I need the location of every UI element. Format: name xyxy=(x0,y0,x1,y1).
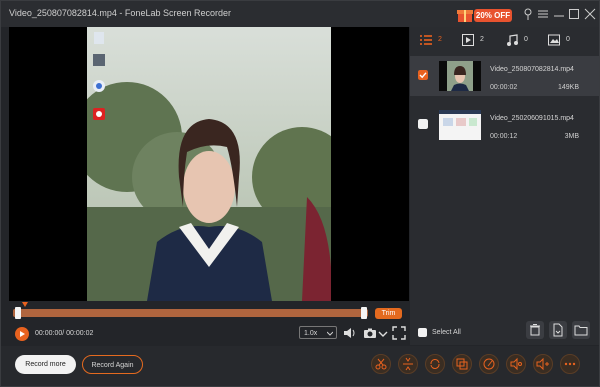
merge-tool-button[interactable] xyxy=(452,354,472,374)
video-thumbnail xyxy=(439,110,481,140)
export-button[interactable] xyxy=(549,321,567,339)
trim-timeline[interactable]: Trim xyxy=(9,302,409,319)
trash-icon xyxy=(530,324,540,336)
refresh-icon xyxy=(430,359,440,369)
key-icon[interactable] xyxy=(522,8,534,20)
file-size: 149KB xyxy=(557,84,579,91)
playback-time: 00:00:00/ 00:00:02 xyxy=(35,330,94,337)
tab-video[interactable]: 2 xyxy=(462,33,492,48)
delete-button[interactable] xyxy=(526,321,544,339)
file-name: Video_250807082814.mp4 xyxy=(490,66,574,73)
title-bar: Video_250807082814.mp4 - FoneLab Screen … xyxy=(1,1,599,27)
media-tabs: 2 2 0 0 xyxy=(410,27,599,54)
play-icon xyxy=(20,331,25,337)
list-item[interactable]: Video_250807082814.mp4 00:00:02 149KB xyxy=(410,56,599,96)
open-folder-button[interactable] xyxy=(572,321,590,339)
video-thumbnail xyxy=(439,61,481,91)
volume-plus-icon xyxy=(536,357,549,371)
file-export-icon xyxy=(553,323,563,337)
speed-value: 1.0x xyxy=(304,330,318,337)
playhead-icon[interactable] xyxy=(22,302,28,307)
compress-tool-button[interactable] xyxy=(398,354,418,374)
video-player[interactable] xyxy=(9,27,409,301)
file-duration: 00:00:02 xyxy=(490,84,518,91)
merge-icon xyxy=(456,358,468,370)
more-tools-button[interactable] xyxy=(560,354,580,374)
chevron-down-icon[interactable] xyxy=(376,326,390,340)
speed-select[interactable]: 1.0x xyxy=(299,326,337,339)
image-icon xyxy=(548,34,560,46)
audio-tool-button[interactable] xyxy=(506,354,526,374)
maximize-icon[interactable] xyxy=(568,8,580,20)
scissors-icon xyxy=(375,358,387,370)
window-title: Video_250807082814.mp4 - FoneLab Screen … xyxy=(9,8,231,18)
edit-metadata-button[interactable] xyxy=(479,354,499,374)
convert-tool-button[interactable] xyxy=(425,354,445,374)
file-size: 3MB xyxy=(564,133,579,140)
trim-end-handle[interactable] xyxy=(361,307,367,319)
record-more-button[interactable]: Record more xyxy=(15,355,76,374)
checkbox-unchecked[interactable] xyxy=(418,119,428,129)
recordings-panel: 2 2 0 0 Video_250807082814.mp4 00:00:02 … xyxy=(410,27,599,345)
select-all-checkbox[interactable] xyxy=(418,328,427,337)
compress-icon xyxy=(403,357,413,371)
folder-icon xyxy=(574,325,588,336)
tab-all[interactable]: 2 xyxy=(420,33,450,48)
select-all-label: Select All xyxy=(432,329,461,336)
desktop-recycle-icon xyxy=(94,32,104,44)
tab-audio[interactable]: 0 xyxy=(506,33,536,48)
file-duration: 00:00:12 xyxy=(490,133,518,140)
trim-range xyxy=(13,309,368,317)
list-item[interactable]: Video_250206091015.mp4 00:00:12 3MB xyxy=(410,105,599,145)
play-icon xyxy=(462,34,474,46)
bottom-toolbar: Record more Record Again xyxy=(1,346,599,386)
video-frame xyxy=(87,27,331,301)
desktop-app-icon xyxy=(93,54,105,66)
volume-icon[interactable] xyxy=(343,326,357,340)
camera-icon[interactable] xyxy=(363,326,377,340)
video-frame-image xyxy=(87,27,331,301)
edit-icon xyxy=(483,358,495,370)
volume-boost-button[interactable] xyxy=(533,354,553,374)
tab-image[interactable]: 0 xyxy=(548,33,578,48)
desktop-app-icon xyxy=(93,108,105,120)
trim-start-handle[interactable] xyxy=(15,307,21,319)
gift-icon xyxy=(457,10,473,22)
desktop-app-icon xyxy=(93,80,105,92)
play-button[interactable] xyxy=(15,327,29,341)
more-icon xyxy=(564,362,576,366)
checkbox-checked[interactable] xyxy=(418,70,428,80)
close-icon[interactable] xyxy=(584,8,596,20)
chevron-down-icon xyxy=(327,331,333,336)
file-name: Video_250206091015.mp4 xyxy=(490,115,574,122)
promo-label: 20% OFF xyxy=(474,9,512,22)
fullscreen-icon[interactable] xyxy=(392,326,406,340)
trim-button[interactable]: Trim xyxy=(375,308,402,319)
list-icon xyxy=(420,35,432,45)
speaker-settings-icon xyxy=(510,357,522,371)
record-again-button[interactable]: Record Again xyxy=(82,355,143,374)
minimize-icon[interactable] xyxy=(553,8,565,20)
music-icon xyxy=(507,34,518,46)
cut-tool-button[interactable] xyxy=(371,354,391,374)
app-window: Video_250807082814.mp4 - FoneLab Screen … xyxy=(0,0,600,387)
menu-icon[interactable] xyxy=(537,8,549,20)
